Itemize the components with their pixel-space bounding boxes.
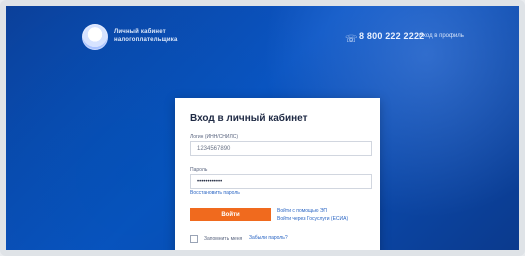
alt-link-ep[interactable]: Войти с помощью ЭП (277, 208, 327, 214)
login-input[interactable]: 1234567890 (190, 141, 372, 156)
login-card: Вход в личный кабинет Логин (ИНН/СНИЛС) … (175, 98, 380, 250)
remember-label: Запомнить меня (204, 236, 243, 242)
alt-link-esia[interactable]: Войти через Госуслуги (ЕСИА) (277, 216, 348, 222)
bottom-link[interactable]: Забыли пароль? (249, 235, 288, 241)
remember-me[interactable]: Запомнить меня (190, 235, 242, 243)
top-link[interactable]: Вход в профиль (419, 33, 464, 39)
password-label: Пароль (190, 167, 208, 173)
brand-text: Личный кабинет налогоплательщика (114, 28, 194, 44)
phone-number[interactable]: 8 800 222 2222 (359, 31, 424, 41)
header: Личный кабинет налогоплательщика ☏ 8 800… (6, 6, 519, 68)
forgot-password-link[interactable]: Восстановить пароль (190, 190, 240, 196)
login-input-value: 1234567890 (197, 145, 231, 152)
login-title: Вход в личный кабинет (190, 113, 308, 124)
emblem-icon (82, 24, 108, 50)
phone-icon: ☏ (345, 34, 358, 45)
login-button[interactable]: Войти (190, 208, 271, 221)
password-input-value: •••••••••••• (197, 178, 223, 185)
screen-frame: Личный кабинет налогоплательщика ☏ 8 800… (0, 0, 525, 256)
brand-line-1: Личный кабинет (114, 29, 166, 35)
login-label: Логин (ИНН/СНИЛС) (190, 134, 239, 140)
brand-line-2: налогоплательщика (114, 37, 178, 43)
password-input[interactable]: •••••••••••• (190, 174, 372, 189)
remember-checkbox[interactable] (190, 235, 198, 243)
